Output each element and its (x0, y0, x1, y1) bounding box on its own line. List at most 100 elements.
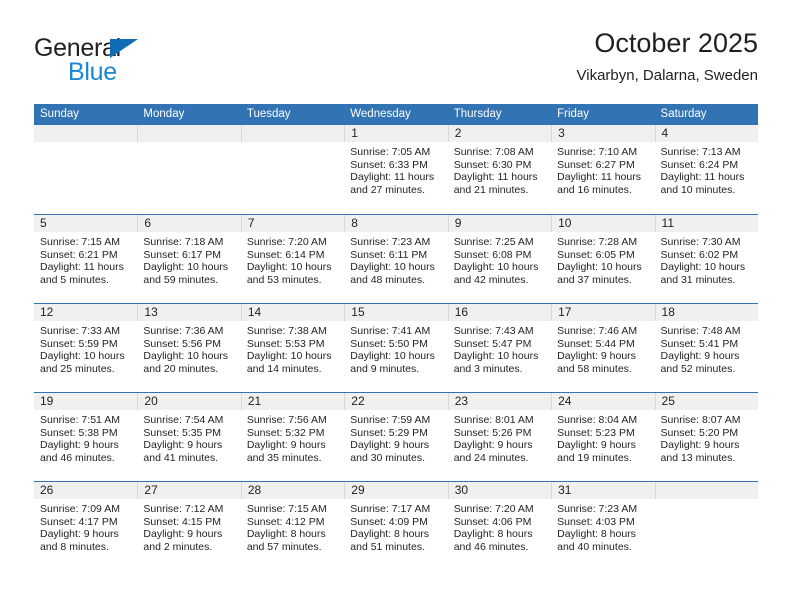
day-details: Sunrise: 7:17 AM Sunset: 4:09 PM Daylight:… (344, 499, 447, 553)
day-detail-line: Sunrise: 8:04 AM (557, 414, 638, 426)
day-cell-8[interactable]: 8 Sunrise: 7:23 AM Sunset: 6:11 PM Daylight… (344, 215, 448, 303)
day-details: Sunrise: 7:13 AM Sunset: 6:24 PM Daylight:… (655, 142, 758, 196)
day-number: 9 (454, 216, 462, 230)
day-cell-26[interactable]: 26 Sunrise: 7:09 AM Sunset: 4:17 PM Dayligh… (34, 482, 138, 570)
day-detail-line: Sunrise: 7:20 AM (453, 503, 534, 515)
day-number-band: 9 (447, 215, 552, 232)
day-cell-3[interactable]: 3 Sunrise: 7:10 AM Sunset: 6:27 PM Daylight… (551, 125, 655, 214)
day-number-band: 2 (447, 125, 552, 142)
day-number-band: 17 (551, 304, 655, 321)
day-number: 19 (40, 394, 54, 408)
week-row: 26 Sunrise: 7:09 AM Sunset: 4:17 PM Dayligh… (34, 481, 758, 570)
day-detail-line: Sunrise: 7:43 AM (453, 325, 534, 337)
day-cell-5[interactable]: 5 Sunrise: 7:15 AM Sunset: 6:21 PM Daylight… (34, 215, 138, 303)
day-details: Sunrise: 7:33 AM Sunset: 5:59 PM Daylight:… (34, 321, 137, 375)
day-detail-line: Sunrise: 7:33 AM (40, 325, 120, 337)
day-details: Sunrise: 7:10 AM Sunset: 6:27 PM Daylight:… (551, 142, 654, 196)
day-number: 17 (558, 305, 572, 319)
day-number: 22 (351, 394, 365, 408)
day-cell-13[interactable]: 13 Sunrise: 7:36 AM Sunset: 5:56 PM Dayligh… (137, 304, 241, 392)
day-cell-11[interactable]: 11 Sunrise: 7:30 AM Sunset: 6:02 PM Dayligh… (654, 215, 758, 303)
day-details: Sunrise: 7:43 AM Sunset: 5:47 PM Daylight:… (448, 321, 551, 375)
day-detail-line: Daylight: 8 hours (350, 528, 430, 541)
day-detail-line: Sunrise: 7:38 AM (246, 325, 327, 337)
day-cell-16[interactable]: 16 Sunrise: 7:43 AM Sunset: 5:47 PM Dayligh… (447, 304, 552, 392)
day-cell-31[interactable]: 31 Sunrise: 7:23 AM Sunset: 4:03 PM Dayligh… (551, 482, 655, 570)
day-detail-line: and 40 minutes. (557, 540, 632, 553)
day-detail-line: and 59 minutes. (143, 273, 219, 286)
day-detail-line: Daylight: 9 hours (453, 439, 533, 452)
day-detail-line: Sunset: 5:53 PM (246, 337, 325, 350)
day-cell-18[interactable]: 18 Sunrise: 7:48 AM Sunset: 5:41 PM Dayligh… (654, 304, 758, 392)
day-cell-19[interactable]: 19 Sunrise: 7:51 AM Sunset: 5:38 PM Dayligh… (34, 393, 138, 481)
day-cell-10[interactable]: 10 Sunrise: 7:28 AM Sunset: 6:05 PM Dayligh… (551, 215, 655, 303)
day-detail-line: Sunset: 5:20 PM (660, 426, 739, 439)
day-details: Sunrise: 8:07 AM Sunset: 5:20 PM Daylight:… (655, 410, 758, 464)
general-blue-logo[interactable]: General Blue (34, 34, 234, 90)
weekday-header-monday: Monday (143, 108, 185, 120)
day-cell-7[interactable]: 7 Sunrise: 7:20 AM Sunset: 6:14 PM Daylight… (240, 215, 345, 303)
day-detail-line: Sunrise: 7:12 AM (143, 503, 224, 515)
day-detail-line: Daylight: 10 hours (557, 261, 642, 274)
day-detail-line: and 48 minutes. (350, 273, 425, 286)
day-cell-23[interactable]: 23 Sunrise: 8:01 AM Sunset: 5:26 PM Dayligh… (447, 393, 552, 481)
day-detail-line: and 46 minutes. (453, 540, 529, 553)
day-cell-17[interactable]: 17 Sunrise: 7:46 AM Sunset: 5:44 PM Dayligh… (551, 304, 655, 392)
day-number-band: 24 (551, 393, 655, 410)
day-cell-1[interactable]: 1 Sunrise: 7:05 AM Sunset: 6:33 PM Daylight… (344, 125, 448, 214)
day-detail-line: Daylight: 9 hours (143, 528, 223, 541)
day-cell-9[interactable]: 9 Sunrise: 7:25 AM Sunset: 6:08 PM Daylight… (447, 215, 552, 303)
day-cell-22[interactable]: 22 Sunrise: 7:59 AM Sunset: 5:29 PM Dayligh… (344, 393, 448, 481)
day-cell-29[interactable]: 29 Sunrise: 7:17 AM Sunset: 4:09 PM Dayligh… (344, 482, 448, 570)
day-cell-21[interactable]: 21 Sunrise: 7:56 AM Sunset: 5:32 PM Dayligh… (240, 393, 345, 481)
day-cell-30[interactable]: 30 Sunrise: 7:20 AM Sunset: 4:06 PM Dayligh… (447, 482, 552, 570)
day-detail-line: Sunrise: 7:54 AM (143, 414, 224, 426)
day-cell-4[interactable]: 4 Sunrise: 7:13 AM Sunset: 6:24 PM Daylight… (654, 125, 758, 214)
day-detail-line: Sunset: 4:09 PM (350, 515, 428, 528)
day-detail-line: Sunrise: 7:41 AM (350, 325, 431, 337)
day-detail-line: and 20 minutes. (143, 362, 219, 375)
day-detail-line: Daylight: 10 hours (143, 261, 229, 274)
day-cell-24[interactable]: 24 Sunrise: 8:04 AM Sunset: 5:23 PM Dayligh… (551, 393, 655, 481)
day-detail-line: Sunset: 5:59 PM (40, 337, 118, 350)
day-detail-line: Sunset: 6:14 PM (246, 248, 325, 261)
day-cell-15[interactable]: 15 Sunrise: 7:41 AM Sunset: 5:50 PM Dayligh… (344, 304, 448, 392)
day-cell-14[interactable]: 14 Sunrise: 7:38 AM Sunset: 5:53 PM Dayligh… (240, 304, 345, 392)
day-detail-line: Daylight: 8 hours (246, 528, 326, 541)
day-cell-6[interactable]: 6 Sunrise: 7:18 AM Sunset: 6:17 PM Daylight… (137, 215, 241, 303)
day-detail-line: and 13 minutes. (660, 451, 736, 464)
day-number: 7 (247, 216, 255, 230)
day-detail-line: Sunrise: 7:13 AM (660, 146, 741, 158)
day-number-band: 6 (137, 215, 241, 232)
day-details: Sunrise: 7:15 AM Sunset: 6:21 PM Daylight:… (34, 232, 137, 286)
day-detail-line: and 10 minutes. (660, 183, 736, 196)
day-details: Sunrise: 7:05 AM Sunset: 6:33 PM Daylight:… (344, 142, 447, 196)
day-cell-28[interactable]: 28 Sunrise: 7:15 AM Sunset: 4:12 PM Dayligh… (240, 482, 345, 570)
day-detail-line: Daylight: 10 hours (40, 350, 125, 363)
day-detail-line: Daylight: 8 hours (557, 528, 636, 541)
day-cell-25[interactable]: 25 Sunrise: 8:07 AM Sunset: 5:20 PM Dayligh… (654, 393, 758, 481)
day-detail-line: Sunset: 5:50 PM (350, 337, 428, 350)
day-detail-line: Daylight: 10 hours (453, 261, 539, 274)
day-cell-2[interactable]: 2 Sunrise: 7:08 AM Sunset: 6:30 PM Daylight… (447, 125, 552, 214)
day-detail-line: Sunrise: 8:01 AM (453, 414, 534, 426)
day-cell-20[interactable]: 20 Sunrise: 7:54 AM Sunset: 5:35 PM Dayligh… (137, 393, 241, 481)
day-cell-27[interactable]: 27 Sunrise: 7:12 AM Sunset: 4:15 PM Dayligh… (137, 482, 241, 570)
weekday-header-saturday: Saturday (660, 108, 707, 120)
day-detail-line: Sunrise: 7:10 AM (557, 146, 638, 158)
day-detail-line: and 35 minutes. (246, 451, 322, 464)
day-detail-line: and 2 minutes. (143, 540, 213, 553)
day-cell-12[interactable]: 12 Sunrise: 7:33 AM Sunset: 5:59 PM Dayligh… (34, 304, 138, 392)
day-number: 27 (144, 483, 158, 497)
calendar-weeks: 1 Sunrise: 7:05 AM Sunset: 6:33 PM Daylight… (34, 125, 758, 570)
day-number: 13 (144, 305, 158, 319)
day-number: 18 (661, 305, 675, 319)
day-details: Sunrise: 7:20 AM Sunset: 4:06 PM Daylight:… (448, 499, 551, 553)
day-detail-line: Sunset: 5:44 PM (557, 337, 635, 350)
day-detail-line: Sunset: 4:15 PM (143, 515, 222, 528)
day-number-band: 7 (240, 215, 345, 232)
day-number-band: 8 (344, 215, 448, 232)
day-cell-empty (137, 125, 241, 214)
day-details: Sunrise: 8:01 AM Sunset: 5:26 PM Daylight:… (448, 410, 551, 464)
day-detail-line: Sunrise: 7:23 AM (350, 236, 431, 248)
